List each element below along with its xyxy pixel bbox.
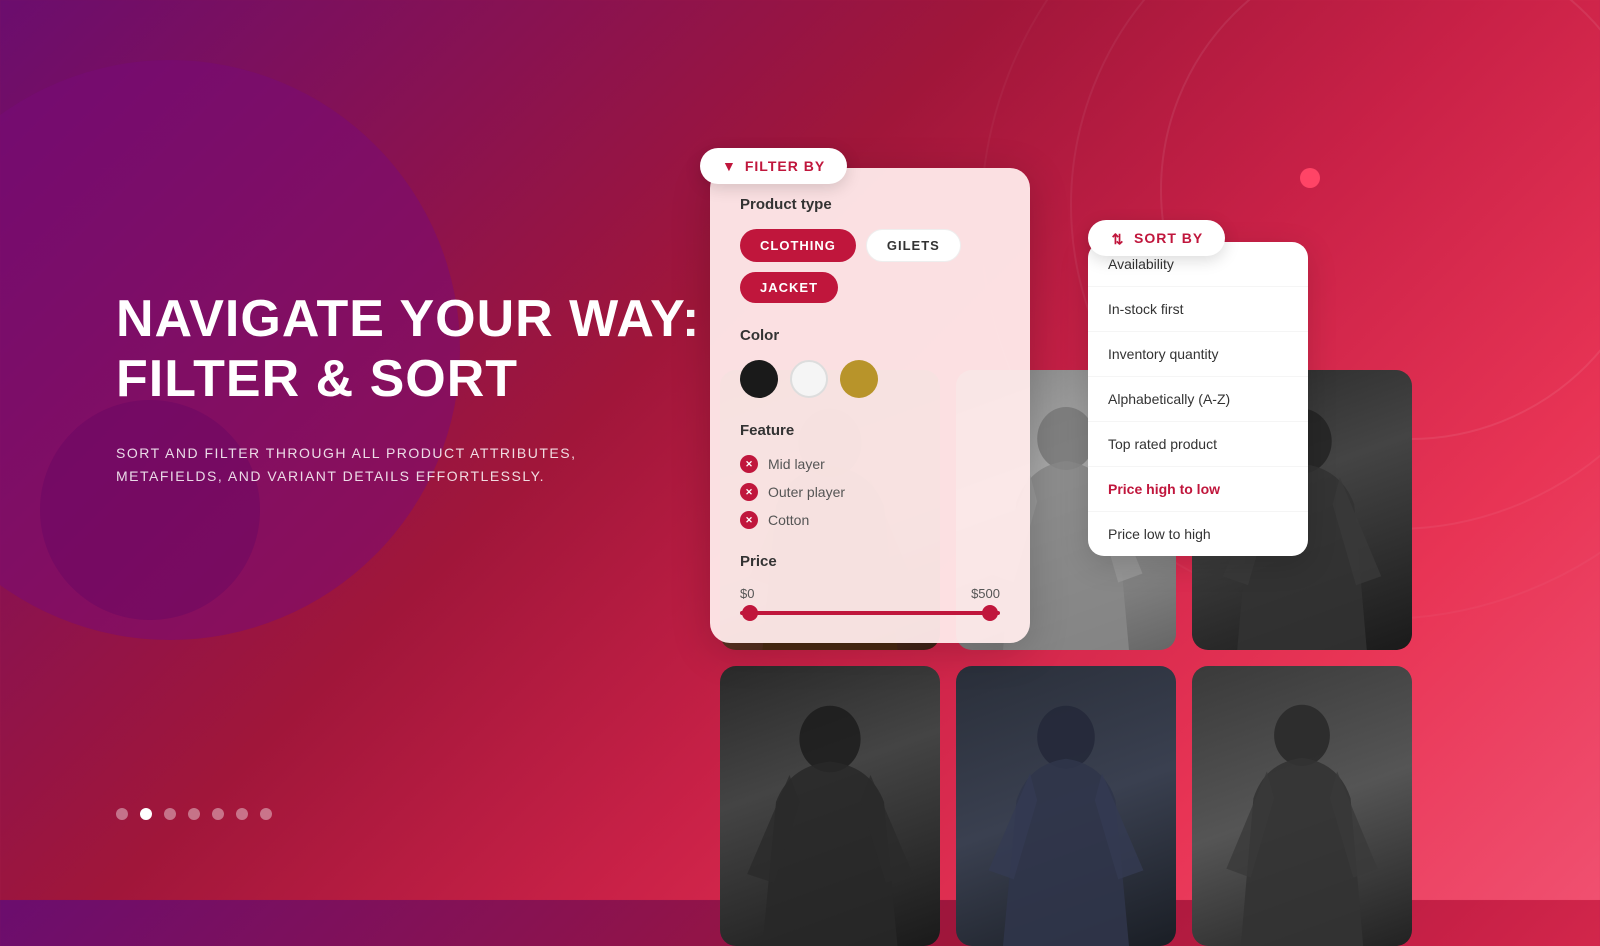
filter-panel: Product type CLOTHING GILETS JACKET Colo… bbox=[710, 168, 1030, 643]
sort-button[interactable]: SORT BY bbox=[1088, 220, 1225, 256]
filter-button-label: FILTER BY bbox=[745, 158, 825, 174]
sort-option-top-rated[interactable]: Top rated product bbox=[1088, 422, 1308, 467]
price-range-labels: $0 $500 bbox=[740, 586, 1000, 601]
hero-heading-line2: FILTER & SORT bbox=[116, 350, 518, 408]
type-gilets[interactable]: GILETS bbox=[866, 229, 961, 262]
product-type-title: Product type bbox=[740, 196, 1000, 213]
product-silhouette-4 bbox=[720, 694, 940, 946]
feature-outer-player-icon bbox=[740, 483, 758, 501]
feature-mid-layer-icon bbox=[740, 455, 758, 473]
dot-7[interactable] bbox=[260, 808, 272, 820]
color-black[interactable] bbox=[740, 360, 778, 398]
price-slider-fill bbox=[740, 611, 1000, 615]
price-thumb-left[interactable] bbox=[742, 605, 758, 621]
red-dot-decoration bbox=[1300, 168, 1320, 188]
hero-subtext: SORT AND FILTER THROUGH ALL PRODUCT ATTR… bbox=[116, 442, 716, 490]
sort-option-price-low-high[interactable]: Price low to high bbox=[1088, 512, 1308, 556]
color-tan[interactable] bbox=[840, 360, 878, 398]
dot-3[interactable] bbox=[164, 808, 176, 820]
product-type-row: CLOTHING GILETS JACKET bbox=[740, 229, 1000, 303]
filter-icon: ▼ bbox=[722, 158, 737, 174]
dot-5[interactable] bbox=[212, 808, 224, 820]
filter-button[interactable]: ▼ FILTER BY bbox=[700, 148, 847, 184]
sort-option-alphabetically[interactable]: Alphabetically (A-Z) bbox=[1088, 377, 1308, 422]
color-section: Color bbox=[740, 327, 1000, 398]
sort-option-price-high-low[interactable]: Price high to low bbox=[1088, 467, 1308, 512]
product-card-4[interactable] bbox=[720, 666, 940, 946]
product-silhouette-5 bbox=[956, 694, 1176, 946]
type-clothing[interactable]: CLOTHING bbox=[740, 229, 856, 262]
sort-option-inventory[interactable]: Inventory quantity bbox=[1088, 332, 1308, 377]
dots-navigation bbox=[116, 808, 272, 820]
price-title: Price bbox=[740, 553, 1000, 570]
feature-section: Feature Mid layer Outer player Cotton bbox=[740, 422, 1000, 529]
dot-1[interactable] bbox=[116, 808, 128, 820]
sort-dropdown: Availability In-stock first Inventory qu… bbox=[1088, 242, 1308, 556]
feature-mid-layer-label: Mid layer bbox=[768, 456, 825, 472]
feature-cotton-icon bbox=[740, 511, 758, 529]
sort-button-label: SORT BY bbox=[1134, 230, 1203, 246]
dot-4[interactable] bbox=[188, 808, 200, 820]
product-card-6[interactable] bbox=[1192, 666, 1412, 946]
feature-mid-layer[interactable]: Mid layer bbox=[740, 455, 1000, 473]
dot-2[interactable] bbox=[140, 808, 152, 820]
price-thumb-right[interactable] bbox=[982, 605, 998, 621]
product-silhouette-6 bbox=[1192, 694, 1412, 946]
hero-heading-line1: NAVIGATE YOUR WAY: bbox=[116, 290, 700, 348]
price-slider-track[interactable] bbox=[740, 611, 1000, 615]
feature-cotton-label: Cotton bbox=[768, 512, 809, 528]
dot-6[interactable] bbox=[236, 808, 248, 820]
price-max: $500 bbox=[971, 586, 1000, 601]
sort-icon bbox=[1110, 231, 1126, 245]
hero-heading: NAVIGATE YOUR WAY: FILTER & SORT bbox=[116, 290, 716, 410]
feature-outer-player[interactable]: Outer player bbox=[740, 483, 1000, 501]
feature-title: Feature bbox=[740, 422, 1000, 439]
feature-cotton[interactable]: Cotton bbox=[740, 511, 1000, 529]
type-jacket[interactable]: JACKET bbox=[740, 272, 838, 303]
filter-panel-wrapper: ▼ FILTER BY Product type CLOTHING GILETS… bbox=[700, 148, 847, 184]
price-min: $0 bbox=[740, 586, 754, 601]
hero-content: NAVIGATE YOUR WAY: FILTER & SORT SORT AN… bbox=[116, 290, 716, 489]
color-white[interactable] bbox=[790, 360, 828, 398]
feature-outer-player-label: Outer player bbox=[768, 484, 845, 500]
price-section: Price $0 $500 bbox=[740, 553, 1000, 615]
sort-panel-wrapper: SORT BY Availability In-stock first Inve… bbox=[1088, 220, 1225, 256]
product-card-5[interactable] bbox=[956, 666, 1176, 946]
product-type-section: Product type CLOTHING GILETS JACKET bbox=[740, 196, 1000, 303]
color-title: Color bbox=[740, 327, 1000, 344]
sort-option-in-stock[interactable]: In-stock first bbox=[1088, 287, 1308, 332]
color-row bbox=[740, 360, 1000, 398]
